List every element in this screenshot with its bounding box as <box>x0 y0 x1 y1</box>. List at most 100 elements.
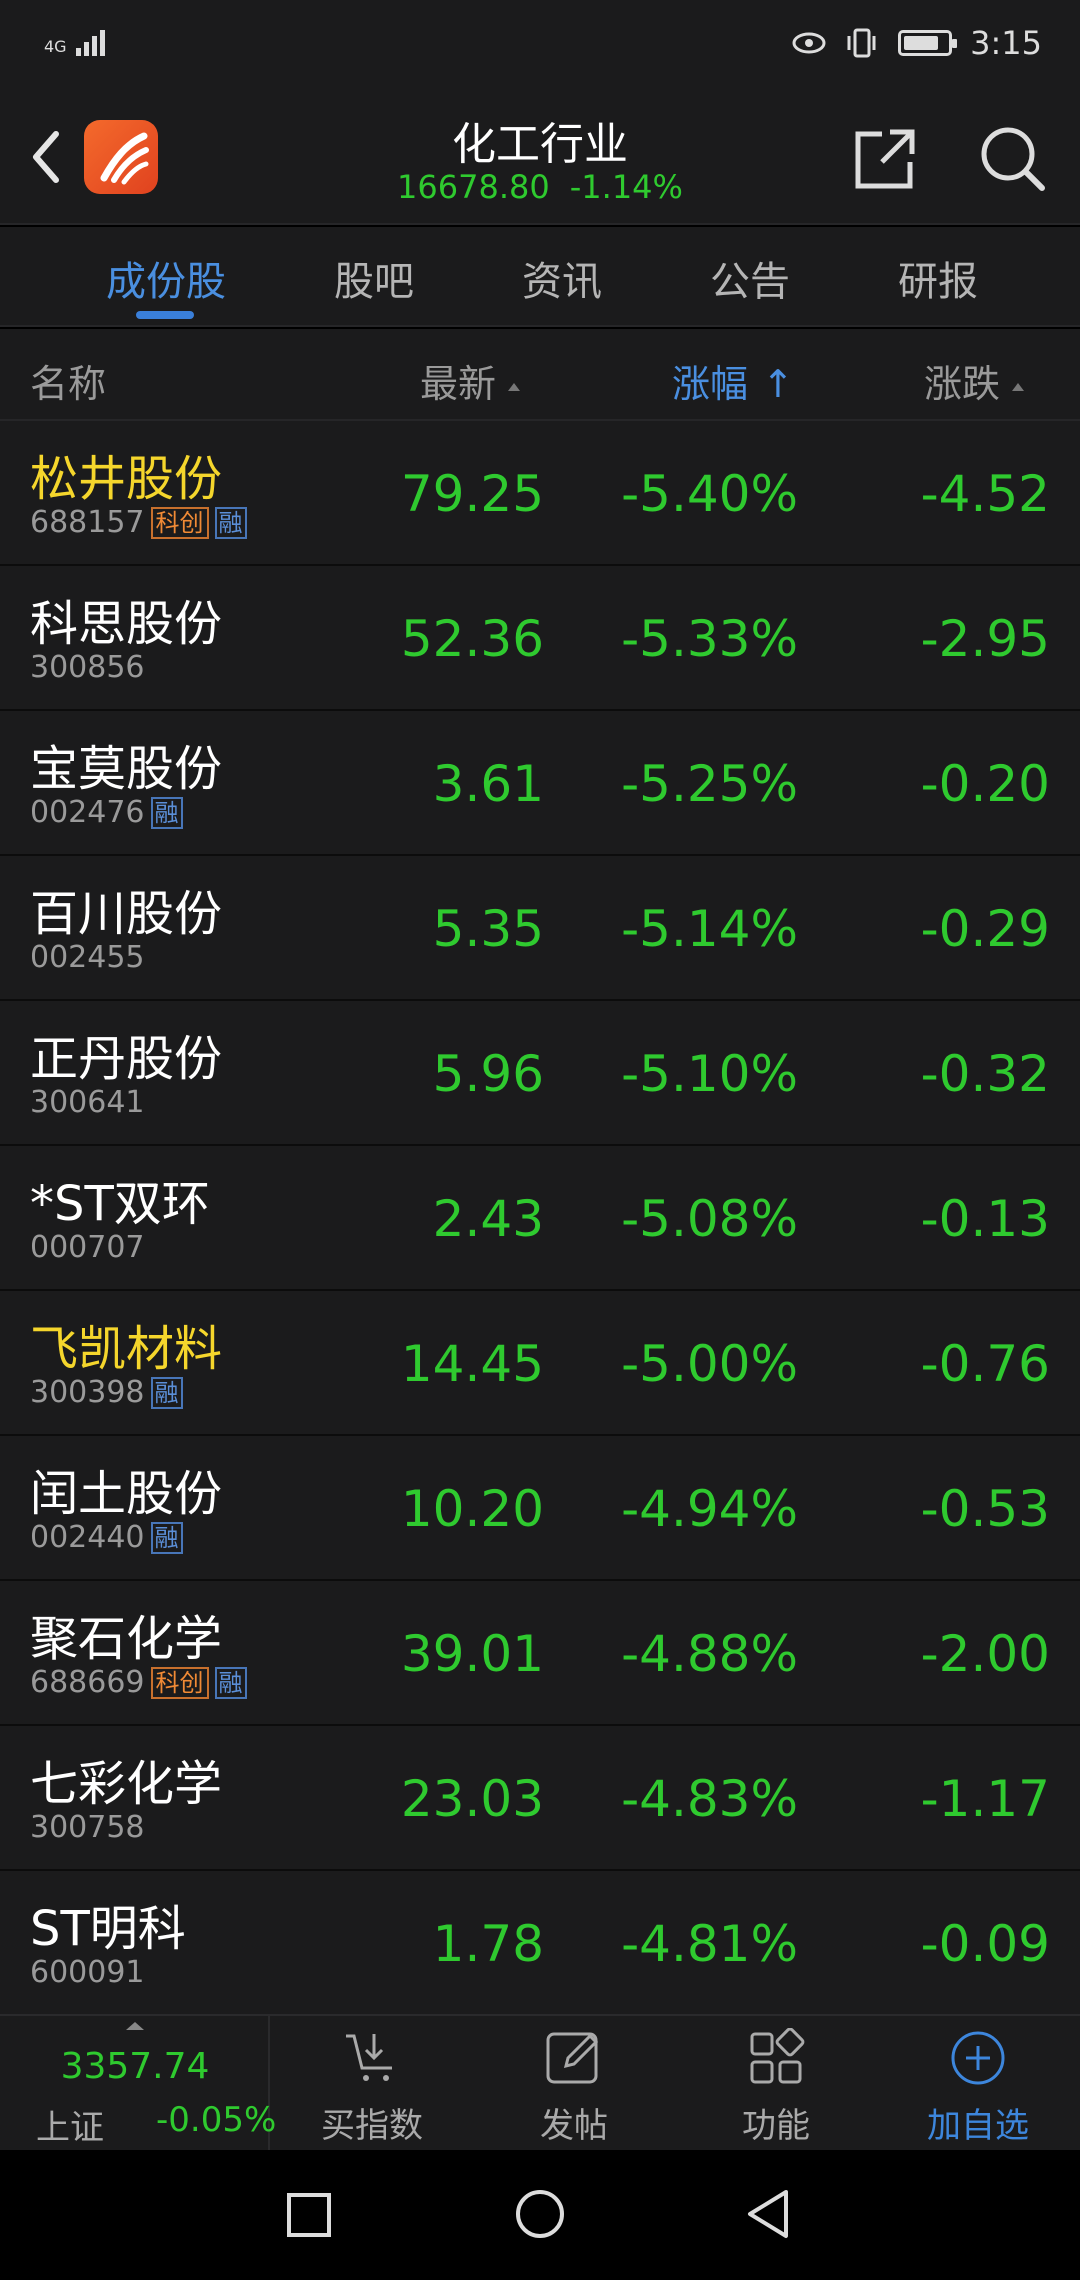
column-latest-sort[interactable]: 最新 <box>420 353 521 408</box>
edit-icon <box>546 2032 599 2084</box>
column-name: 名称 <box>30 362 107 406</box>
status-bar: 4G 3:15 <box>0 0 1080 90</box>
stock-code: 688669 <box>30 1665 145 1700</box>
network-type: 4G <box>44 37 67 56</box>
buy-index-button[interactable]: 买指数 <box>272 2016 472 2150</box>
stock-code-line: 300641 <box>30 1085 145 1120</box>
stock-price: 2.43 <box>432 1190 544 1248</box>
stock-row[interactable]: 宝莫股份 002476 融 3.61 -5.25% -0.20 <box>0 711 1080 856</box>
stock-row[interactable]: 松井股份 688157 科创融 79.25 -5.40% -4.52 <box>0 421 1080 566</box>
kechuang-badge: 科创 <box>150 506 209 539</box>
tab-news[interactable]: 资讯 <box>482 249 642 307</box>
stock-price: 79.25 <box>400 465 544 523</box>
plus-circle-icon <box>951 2031 1005 2085</box>
stock-row[interactable]: 正丹股份 300641 5.96 -5.10% -0.32 <box>0 1001 1080 1146</box>
stock-code-line: 002440 融 <box>30 1520 183 1555</box>
add-watchlist-label: 加自选 <box>927 2106 1029 2146</box>
share-icon[interactable] <box>852 126 918 192</box>
tab-research[interactable]: 研报 <box>858 249 1018 307</box>
stock-name: 百川股份 <box>30 886 223 942</box>
stock-pct-change: -5.40% <box>621 465 798 523</box>
stock-price: 5.35 <box>432 900 544 958</box>
post-button[interactable]: 发帖 <box>474 2016 674 2150</box>
stock-code: 300856 <box>30 650 145 685</box>
stock-name: 七彩化学 <box>30 1756 223 1812</box>
eye-icon <box>792 32 826 54</box>
index-quote: 16678.80 -1.14% <box>0 168 1080 206</box>
stock-code-line: 300856 <box>30 650 145 685</box>
index-change: -1.14% <box>569 168 683 206</box>
battery-icon <box>898 30 958 56</box>
stock-code: 002455 <box>30 940 145 975</box>
stock-name: 飞凯材料 <box>30 1321 223 1377</box>
column-pct-sort[interactable]: 涨幅 ↑ <box>672 353 794 408</box>
stock-code-line: 600091 <box>30 1955 145 1990</box>
stock-code-line: 000707 <box>30 1230 145 1265</box>
home-icon[interactable] <box>514 2188 566 2240</box>
stock-code: 000707 <box>30 1230 145 1265</box>
stock-pct-change: -5.10% <box>621 1045 798 1103</box>
add-watchlist-button[interactable]: 加自选 <box>878 2016 1078 2150</box>
stock-code-line: 300758 <box>30 1810 145 1845</box>
stock-code-line: 300398 融 <box>30 1375 183 1410</box>
stock-row[interactable]: 聚石化学 688669 科创融 39.01 -4.88% -2.00 <box>0 1581 1080 1726</box>
stock-row[interactable]: ST明科 600091 1.78 -4.81% -0.09 <box>0 1871 1080 2016</box>
margin-badge: 融 <box>214 506 247 539</box>
column-header: 名称 最新 涨幅 ↑ 涨跌 <box>0 329 1080 421</box>
column-change-sort[interactable]: 涨跌 <box>924 353 1025 408</box>
stock-row[interactable]: 七彩化学 300758 23.03 -4.83% -1.17 <box>0 1726 1080 1871</box>
tab-forum[interactable]: 股吧 <box>294 249 454 307</box>
shanghai-index-pct: -0.05% <box>156 2100 277 2140</box>
stock-name: 松井股份 <box>30 451 223 507</box>
stock-pct-change: -5.14% <box>621 900 798 958</box>
clock: 3:15 <box>970 24 1042 62</box>
stock-pct-change: -4.94% <box>621 1480 798 1538</box>
stock-change: -0.13 <box>920 1190 1050 1248</box>
stock-pct-change: -4.88% <box>621 1625 798 1683</box>
arrow-up-icon: ↑ <box>762 362 794 406</box>
stock-pct-change: -5.00% <box>621 1335 798 1393</box>
tab-announcements[interactable]: 公告 <box>670 249 830 307</box>
stock-pct-change: -5.08% <box>621 1190 798 1248</box>
grid-icon <box>750 2028 805 2084</box>
stock-name: *ST双环 <box>30 1176 210 1232</box>
stock-change: -0.20 <box>920 755 1050 813</box>
margin-badge: 融 <box>214 1666 247 1699</box>
bottom-toolbar: 3357.74 上证 -0.05% 买指数 发帖 功能 加自选 <box>0 2014 1080 2150</box>
shanghai-index-name: 上证 <box>36 2108 104 2148</box>
search-icon[interactable] <box>976 122 1048 194</box>
stock-row[interactable]: *ST双环 000707 2.43 -5.08% -0.13 <box>0 1146 1080 1291</box>
stock-price: 23.03 <box>400 1770 544 1828</box>
stock-name: 正丹股份 <box>30 1031 223 1087</box>
index-ticker[interactable]: 3357.74 上证 -0.05% <box>0 2016 276 2150</box>
app-header: 化工行业 16678.80 -1.14% <box>0 90 1080 225</box>
stock-row[interactable]: 百川股份 002455 5.35 -5.14% -0.29 <box>0 856 1080 1001</box>
stock-price: 5.96 <box>432 1045 544 1103</box>
stock-change: -4.52 <box>920 465 1050 523</box>
back-nav-icon[interactable] <box>744 2188 792 2240</box>
functions-button[interactable]: 功能 <box>676 2016 876 2150</box>
stock-code: 300758 <box>30 1810 145 1845</box>
stock-pct-change: -4.83% <box>621 1770 798 1828</box>
stock-code-line: 688157 科创融 <box>30 505 247 540</box>
cart-download-icon <box>346 2034 392 2081</box>
column-pct-label: 涨幅 <box>672 362 749 406</box>
stock-row[interactable]: 闰土股份 002440 融 10.20 -4.94% -0.53 <box>0 1436 1080 1581</box>
stock-row[interactable]: 科思股份 300856 52.36 -5.33% -2.95 <box>0 566 1080 711</box>
tab-constituents[interactable]: 成份股 <box>86 249 246 307</box>
post-label: 发帖 <box>540 2106 608 2146</box>
shanghai-index-value: 3357.74 <box>60 2046 210 2087</box>
stock-price: 1.78 <box>432 1915 544 1973</box>
stock-name: 聚石化学 <box>30 1611 223 1667</box>
stock-code: 300398 <box>30 1375 145 1410</box>
page-title: 化工行业 <box>452 119 628 170</box>
kechuang-badge: 科创 <box>150 1666 209 1699</box>
stock-pct-change: -4.81% <box>621 1915 798 1973</box>
margin-badge: 融 <box>150 1376 183 1409</box>
stock-pct-change: -5.33% <box>621 610 798 668</box>
stock-code-line: 688669 科创融 <box>30 1665 247 1700</box>
tab-bar: 成份股 股吧 资讯 公告 研报 <box>0 227 1080 327</box>
stock-name: 宝莫股份 <box>30 741 223 797</box>
recents-icon[interactable] <box>286 2192 332 2238</box>
stock-row[interactable]: 飞凯材料 300398 融 14.45 -5.00% -0.76 <box>0 1291 1080 1436</box>
